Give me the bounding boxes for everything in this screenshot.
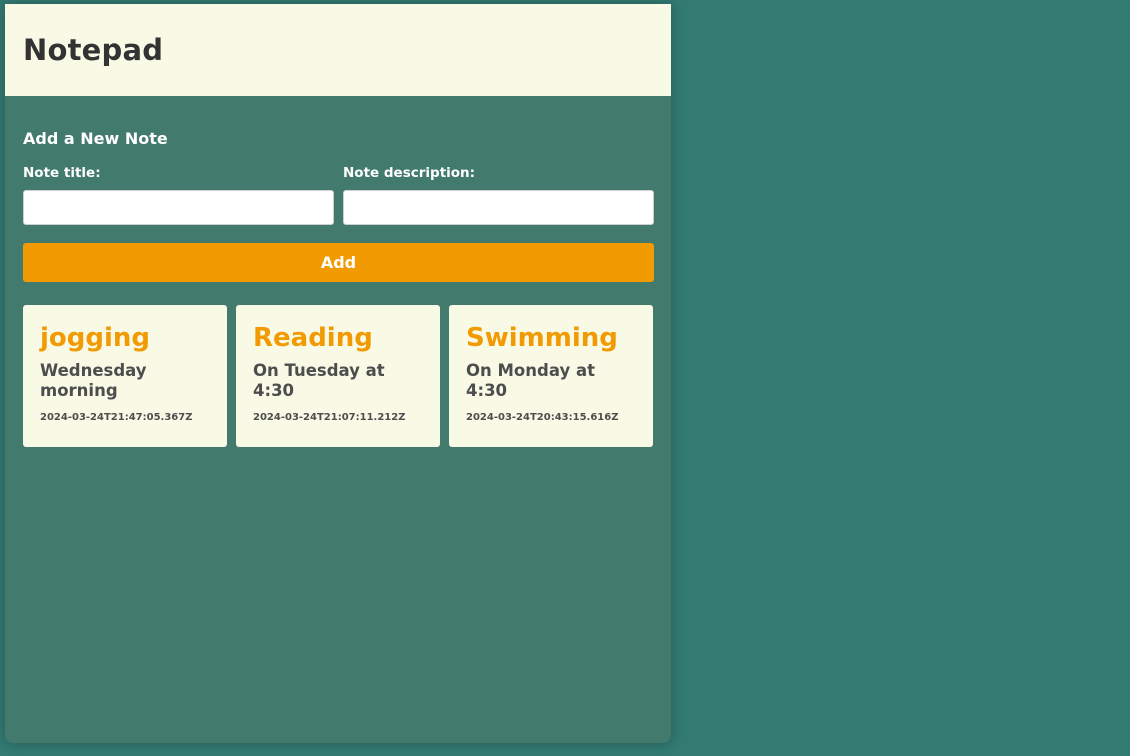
notes-list: jogging Wednesday morning 2024-03-24T21:… (23, 305, 653, 447)
note-title: Swimming (466, 323, 618, 353)
app-title: Notepad (23, 33, 164, 67)
note-card: jogging Wednesday morning 2024-03-24T21:… (23, 305, 227, 447)
note-description-input[interactable] (343, 190, 654, 225)
note-description: Wednesday morning (40, 361, 147, 400)
note-description: On Monday at 4:30 (466, 361, 595, 400)
note-title: Reading (253, 323, 373, 353)
notepad-app: Notepad Add a New Note Note title: Note … (5, 4, 671, 743)
main-content: Add a New Note Note title: Note descript… (5, 129, 671, 447)
note-timestamp: 2024-03-24T21:07:11.212Z (253, 412, 406, 423)
note-title-label: Note title: (23, 165, 101, 181)
note-title: jogging (40, 323, 151, 353)
note-description: On Tuesday at 4:30 (253, 361, 385, 400)
note-timestamp: 2024-03-24T20:43:15.616Z (466, 412, 619, 423)
note-form-fields: Note title: Note description: (23, 164, 654, 225)
note-card: Swimming On Monday at 4:30 2024-03-24T20… (449, 305, 653, 447)
note-title-input[interactable] (23, 190, 334, 225)
app-header: Notepad (5, 4, 671, 96)
note-timestamp: 2024-03-24T21:47:05.367Z (40, 412, 193, 423)
add-note-heading: Add a New Note (23, 129, 168, 148)
add-note-button[interactable]: Add (23, 243, 654, 282)
note-card: Reading On Tuesday at 4:30 2024-03-24T21… (236, 305, 440, 447)
note-description-label: Note description: (343, 165, 476, 181)
note-title-field-group: Note title: (23, 164, 334, 225)
note-description-field-group: Note description: (343, 164, 654, 225)
